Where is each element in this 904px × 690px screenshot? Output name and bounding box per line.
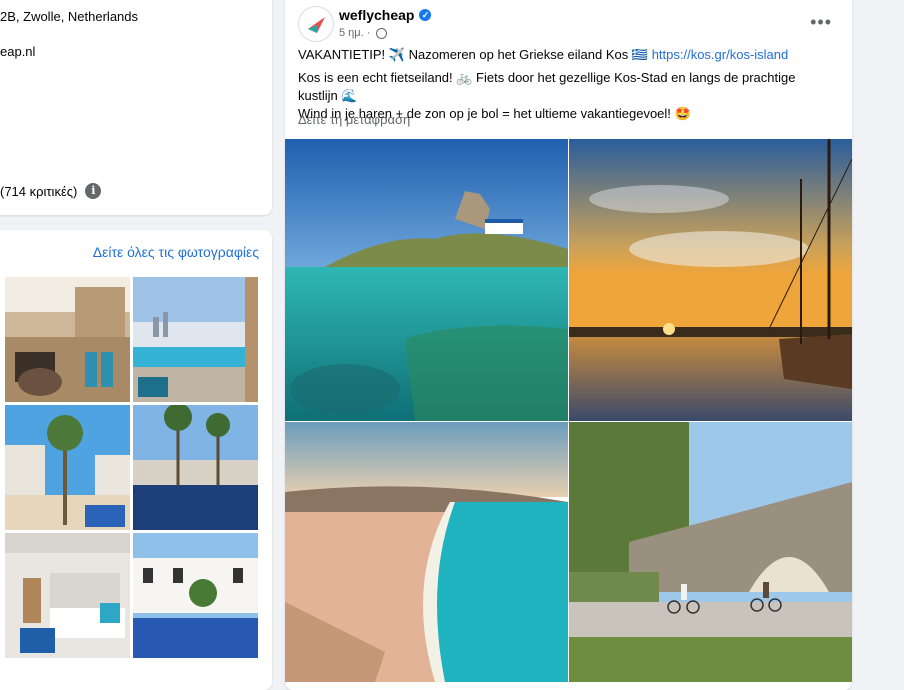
post-line-1: VAKANTIETIP! ✈️ Nazomeren op het Griekse… — [298, 47, 649, 62]
more-options-icon[interactable]: ••• — [810, 13, 832, 31]
website-link[interactable]: eap.nl — [0, 44, 35, 59]
post-meta: 5 ημ. · — [339, 27, 388, 39]
page-name-row: weflycheap ✓ — [339, 7, 432, 23]
see-translation-link[interactable]: Δείτε τη μετάφραση — [298, 112, 410, 127]
verified-badge-icon: ✓ — [419, 9, 432, 21]
page-avatar[interactable] — [298, 6, 334, 42]
post-photo-aqueduct[interactable] — [569, 422, 852, 682]
about-card: 2B, Zwolle, Netherlands eap.nl (714 κριτ… — [0, 0, 272, 215]
photo-thumb[interactable] — [133, 277, 258, 402]
photo-thumb[interactable] — [133, 533, 258, 658]
globe-icon — [376, 27, 388, 39]
photo-thumb[interactable] — [133, 405, 258, 530]
post-link[interactable]: https://kos.gr/kos-island — [652, 47, 789, 62]
reviews-row: (714 κριτικές) i — [0, 183, 102, 199]
post-card: weflycheap ✓ 5 ημ. · ••• VAKANTIETIP! ✈️… — [285, 0, 852, 690]
page-name[interactable]: weflycheap — [339, 7, 414, 23]
photo-thumb[interactable] — [5, 405, 130, 530]
reviews-count: (714 κριτικές) — [0, 183, 78, 199]
info-icon[interactable]: i — [85, 183, 102, 199]
photos-card: Δείτε όλες τις φωτογραφίες — [0, 230, 272, 690]
post-photo-sunset[interactable] — [569, 139, 852, 421]
post-time[interactable]: 5 ημ. — [339, 27, 364, 39]
address-text: 2B, Zwolle, Netherlands — [0, 9, 139, 24]
post-line-2: Kos is een echt fietseiland! 🚲 Fiets doo… — [298, 70, 796, 103]
post-photo-island[interactable] — [285, 139, 568, 421]
see-all-photos-link[interactable]: Δείτε όλες τις φωτογραφίες — [93, 244, 259, 260]
photo-thumb[interactable] — [5, 533, 130, 658]
photo-thumb[interactable] — [5, 277, 130, 402]
post-photo-beach[interactable] — [285, 422, 568, 682]
